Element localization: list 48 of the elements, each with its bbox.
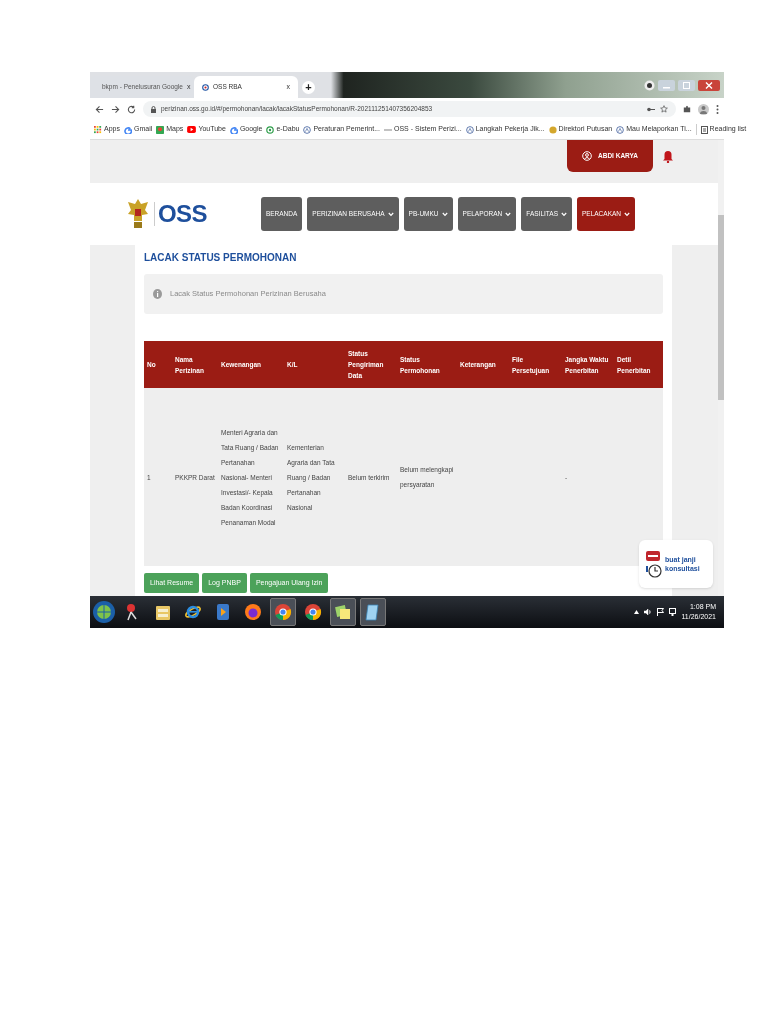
reload-icon[interactable] (127, 104, 136, 114)
coin-icon (548, 125, 557, 134)
flag-icon[interactable] (657, 608, 665, 616)
tray-up-arrow-icon[interactable] (634, 610, 640, 614)
google-g-icon (229, 125, 238, 134)
forward-arrow-icon[interactable] (111, 104, 120, 114)
play-icon (187, 126, 197, 133)
sticky-notes-icon[interactable] (334, 603, 352, 621)
fox-globe-icon[interactable] (244, 603, 262, 621)
google-g-icon (123, 125, 132, 134)
menu-dots-icon[interactable] (716, 104, 719, 114)
lock-icon (151, 105, 156, 113)
info-icon (153, 289, 162, 299)
start-orb-icon[interactable] (92, 600, 116, 624)
profile-icon[interactable] (644, 79, 655, 91)
notepad-icon[interactable] (365, 603, 381, 621)
taskbar-app-button[interactable] (330, 598, 356, 626)
star-icon[interactable] (660, 105, 668, 113)
close-icon[interactable] (698, 79, 720, 91)
globe-icon (303, 125, 312, 134)
chevron-down-icon (441, 211, 448, 217)
calendar-clock-icon (644, 549, 662, 579)
list-icon (700, 125, 708, 134)
folder-icon[interactable] (155, 603, 171, 621)
speaker-icon[interactable] (644, 608, 653, 616)
avatar-icon[interactable] (698, 103, 709, 115)
user-circle-icon (582, 151, 592, 161)
bell-icon[interactable] (663, 150, 673, 163)
network-icon[interactable] (669, 608, 677, 616)
chevron-down-icon (561, 211, 567, 217)
tab-favicon-icon (202, 83, 209, 91)
new-tab-button[interactable]: + (302, 80, 315, 94)
chevron-down-icon (387, 211, 394, 217)
chevron-down-icon (505, 211, 512, 217)
media-player-icon[interactable] (216, 603, 230, 621)
oss-logo-text: OSS (158, 202, 207, 226)
key-icon[interactable] (647, 106, 655, 112)
map-pin-icon (156, 125, 165, 134)
chevron-down-icon (624, 211, 630, 217)
globe-icon (465, 125, 474, 134)
browser-e-icon[interactable] (184, 603, 202, 621)
puzzle-icon[interactable] (683, 105, 691, 113)
apps-grid-icon (94, 125, 102, 134)
chrome-browser-icon[interactable] (274, 603, 292, 621)
globe-icon (616, 125, 625, 134)
page-title: LACAK STATUS PERMOHONAN (144, 251, 298, 265)
chrome-browser-icon[interactable] (304, 603, 322, 621)
back-arrow-icon[interactable] (95, 104, 104, 114)
